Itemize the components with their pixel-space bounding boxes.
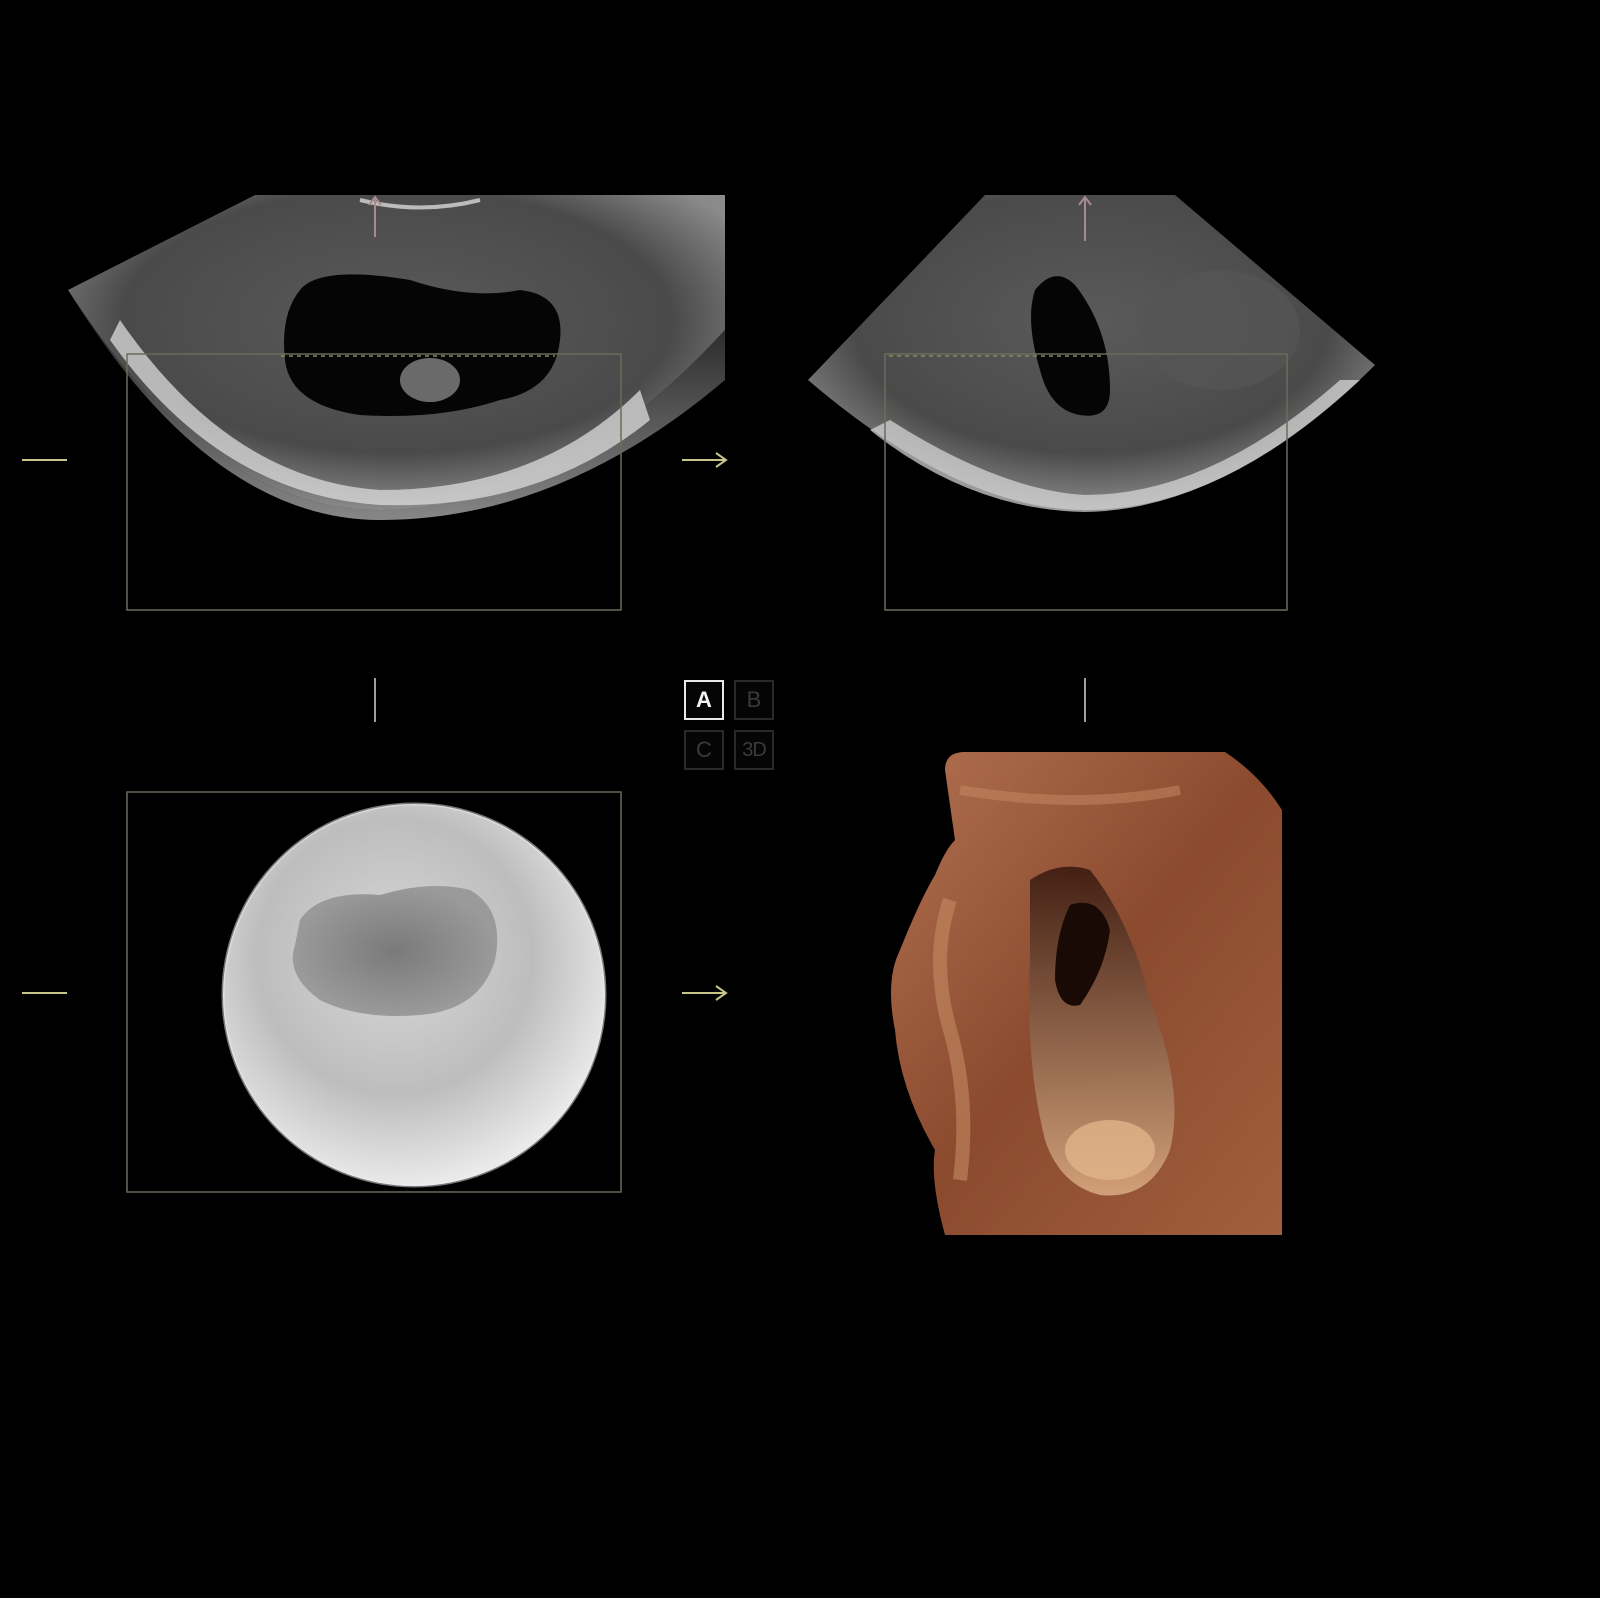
ultrasound-viewer	[22, 195, 1375, 1235]
view-button-b[interactable]: B	[734, 680, 774, 720]
right-arrow-marker	[682, 985, 728, 1001]
scan-plane-a[interactable]	[68, 195, 725, 520]
view-button-3d[interactable]: 3D	[734, 730, 774, 770]
view-button-a[interactable]: A	[684, 680, 724, 720]
scan-plane-c[interactable]	[221, 802, 607, 1188]
render-3d[interactable]	[891, 752, 1282, 1235]
right-arrow-marker	[682, 452, 728, 468]
view-button-c[interactable]: C	[684, 730, 724, 770]
fetal-echo	[400, 358, 460, 402]
